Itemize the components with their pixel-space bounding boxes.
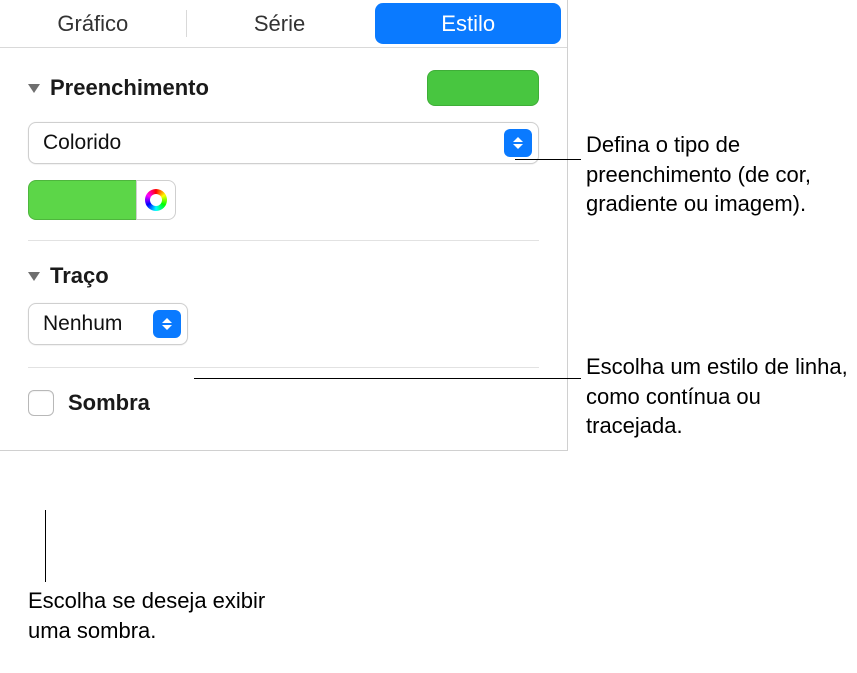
- tab-series[interactable]: Série: [187, 0, 373, 47]
- stroke-header-left: Traço: [28, 263, 109, 289]
- stroke-style-value: Nenhum: [43, 312, 122, 336]
- divider: [28, 240, 539, 241]
- arrow-down-icon: [162, 325, 172, 330]
- fill-swatch-preview[interactable]: [427, 70, 539, 106]
- color-wheel-icon: [145, 189, 167, 211]
- divider: [28, 367, 539, 368]
- shadow-checkbox[interactable]: [28, 390, 54, 416]
- popup-arrows-icon: [153, 310, 181, 338]
- callout-line-vertical: [45, 510, 46, 582]
- panel-body: Preenchimento Colorido Tra: [0, 48, 567, 450]
- shadow-row: Sombra: [28, 390, 539, 420]
- style-inspector-panel: Gráfico Série Estilo Preenchimento Color…: [0, 0, 568, 451]
- tab-chart[interactable]: Gráfico: [0, 0, 186, 47]
- chevron-down-icon[interactable]: [28, 84, 40, 93]
- fill-color-controls: [28, 180, 539, 220]
- chevron-down-icon[interactable]: [28, 272, 40, 281]
- fill-type-value: Colorido: [43, 131, 121, 155]
- stroke-section-title: Traço: [50, 263, 109, 289]
- shadow-label: Sombra: [68, 390, 150, 416]
- tab-style-label: Estilo: [441, 11, 495, 37]
- fill-section-title: Preenchimento: [50, 75, 209, 101]
- callout-line: [194, 378, 581, 379]
- fill-header-row: Preenchimento: [28, 70, 539, 106]
- tab-chart-label: Gráfico: [57, 11, 128, 37]
- callout-fill: Defina o tipo de preenchimento (de cor, …: [586, 130, 851, 219]
- callout-stroke: Escolha um estilo de linha, como contínu…: [586, 352, 851, 441]
- tab-series-label: Série: [254, 11, 305, 37]
- stroke-style-popup[interactable]: Nenhum: [28, 303, 188, 345]
- tab-style[interactable]: Estilo: [375, 3, 561, 44]
- arrow-up-icon: [162, 318, 172, 323]
- arrow-up-icon: [513, 137, 523, 142]
- callout-line: [515, 159, 581, 160]
- popup-arrows-icon: [504, 129, 532, 157]
- tab-bar: Gráfico Série Estilo: [0, 0, 567, 48]
- callout-shadow: Escolha se deseja exibir uma sombra.: [28, 586, 308, 645]
- arrow-down-icon: [513, 144, 523, 149]
- stroke-style-row: Nenhum: [28, 303, 539, 345]
- fill-header-left: Preenchimento: [28, 75, 209, 101]
- fill-color-well[interactable]: [28, 180, 136, 220]
- stroke-header-row: Traço: [28, 263, 539, 289]
- color-picker-button[interactable]: [136, 180, 176, 220]
- fill-type-popup[interactable]: Colorido: [28, 122, 539, 164]
- fill-type-row: Colorido: [28, 122, 539, 164]
